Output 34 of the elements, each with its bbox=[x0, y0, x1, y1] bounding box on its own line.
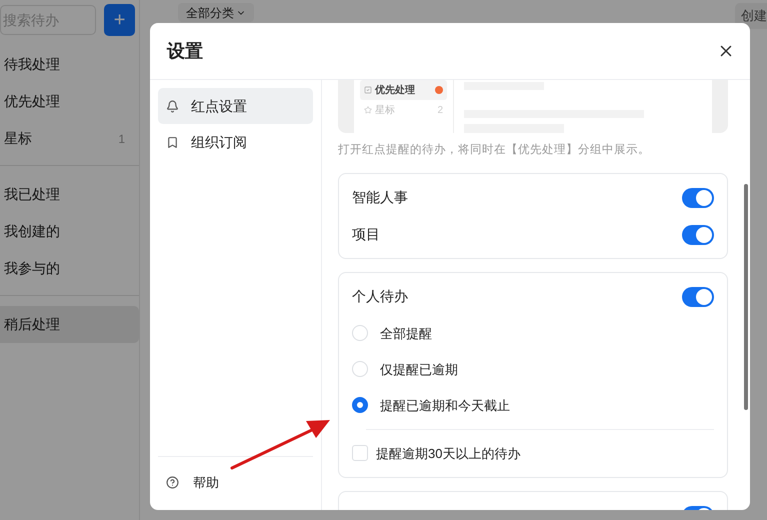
checkbox-label: 提醒逾期30天以上的待办 bbox=[376, 444, 520, 462]
nav-item[interactable]: 我创建的 bbox=[0, 213, 139, 250]
radio-label: 仅提醒已逾期 bbox=[380, 360, 458, 378]
scrollbar-thumb[interactable] bbox=[744, 184, 748, 410]
radio-button[interactable] bbox=[352, 397, 368, 414]
menu-item[interactable]: 组织订阅 bbox=[158, 124, 313, 160]
setting-label: 智能人事 bbox=[352, 188, 408, 208]
checkbox[interactable] bbox=[352, 445, 368, 462]
checklist-icon bbox=[364, 86, 372, 94]
preview-label: 星标 bbox=[375, 104, 395, 118]
nav-item[interactable]: 稍后处理 bbox=[0, 306, 139, 343]
radio-label: 提醒已逾期和今天截止 bbox=[380, 396, 510, 414]
nav-item[interactable]: 星标 1 bbox=[0, 120, 139, 157]
filter-dropdown[interactable]: 全部分类 bbox=[178, 3, 254, 22]
radio-label: 全部提醒 bbox=[380, 324, 432, 342]
help-icon bbox=[166, 476, 179, 489]
create-button[interactable]: 创建 bbox=[735, 3, 767, 29]
toggle-switch[interactable] bbox=[682, 188, 714, 208]
star-icon bbox=[364, 106, 372, 114]
dialog-title: 设置 bbox=[167, 40, 203, 62]
bookmark-icon bbox=[166, 136, 179, 148]
nav-item[interactable]: 优先处理 bbox=[0, 83, 139, 120]
nav-item[interactable]: 待我处理 bbox=[0, 46, 139, 83]
toggle-switch[interactable] bbox=[682, 286, 714, 307]
menu-item[interactable]: 红点设置 bbox=[158, 88, 313, 124]
toggle-switch[interactable] bbox=[682, 224, 714, 245]
help-link[interactable]: 帮助 bbox=[193, 472, 219, 492]
setting-label: 项目 bbox=[352, 225, 380, 244]
bell-icon bbox=[166, 100, 179, 112]
preview-label: 优先处理 bbox=[375, 84, 415, 98]
setting-label: 个人待办 bbox=[352, 287, 408, 306]
nav-item[interactable]: 我参与的 bbox=[0, 250, 139, 287]
caption-text: 打开红点提醒的待办，将同时在【优先处理】分组中展示。 bbox=[338, 142, 651, 158]
nav-item[interactable]: 我已处理 bbox=[0, 176, 139, 213]
